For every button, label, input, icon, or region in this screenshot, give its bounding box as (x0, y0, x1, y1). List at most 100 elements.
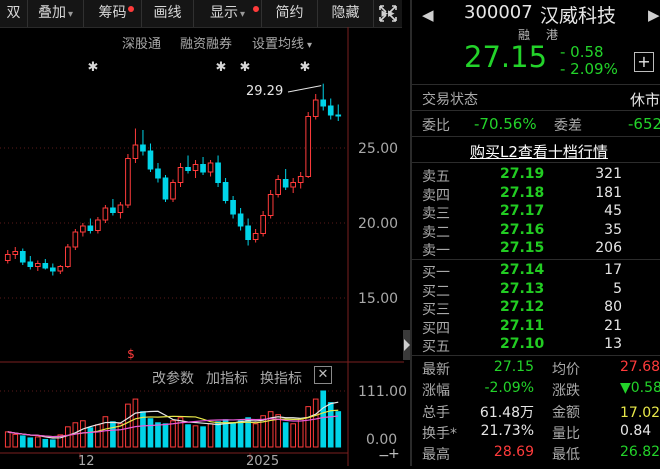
candle-body (290, 182, 297, 188)
event-star-icon: ✱ (216, 60, 227, 75)
weicha-value: -652 (628, 115, 660, 133)
quote-panel: ◀ 300007 汉威科技 ▶ 融 港 27.15 - 0.58 - 2.09%… (410, 0, 660, 466)
switch-indicator-button[interactable]: 换指标 (260, 368, 302, 388)
level-label: 买一 (422, 265, 450, 281)
candle-body (87, 225, 94, 231)
candle-body (132, 144, 139, 159)
stat-label: 最低 (552, 447, 580, 464)
volume-bar (110, 421, 116, 448)
kline-chart[interactable]: ✱ ✱ ✱ ✱ $ (0, 0, 404, 466)
volume-bar (102, 416, 109, 448)
next-stock-icon[interactable]: ▶ (648, 6, 660, 24)
stat-value: 26.82 (620, 444, 660, 461)
level-label: 卖四 (422, 187, 450, 204)
candle-body (49, 267, 56, 272)
dividend-marker-icon: $ (127, 347, 135, 361)
volume-bar (207, 423, 214, 448)
level-label: 卖五 (422, 169, 450, 185)
volume-bar (27, 437, 34, 448)
stat-label: 最高 (422, 447, 450, 464)
weibi-label: 委比 (422, 118, 450, 134)
candle-body (305, 116, 312, 177)
candle-body (245, 225, 251, 240)
candle-body (12, 251, 19, 255)
candle-body (57, 266, 64, 272)
level-volume: 45 (604, 203, 622, 220)
candle-body (267, 194, 274, 216)
volume-bar (297, 418, 304, 448)
level-price: 27.15 (500, 240, 545, 257)
stat-value: 28.69 (493, 444, 534, 461)
annotation-arrow (287, 85, 322, 93)
bid-row[interactable]: 买一 27.14 17 (412, 262, 660, 281)
ask-row[interactable]: 卖一 27.15 206 (412, 240, 660, 259)
zoom-in-icon[interactable]: + (388, 446, 400, 462)
stat-label: 量比 (552, 425, 580, 442)
volume-bar (65, 426, 71, 448)
stat-label: 金额 (552, 404, 580, 421)
candle-body (200, 164, 206, 173)
bid-row[interactable]: 买三 27.12 80 (412, 299, 660, 318)
volume-bar (162, 423, 169, 448)
candle-body (192, 164, 199, 171)
volume-bar (87, 427, 94, 448)
level-label: 卖一 (422, 243, 450, 260)
ask-row[interactable]: 卖四 27.18 181 (412, 185, 660, 204)
add-indicator-button[interactable]: 加指标 (206, 368, 248, 388)
close-icon[interactable]: ✕ (314, 366, 332, 384)
level-label: 买三 (422, 302, 450, 319)
ask-row[interactable]: 卖三 27.17 45 (412, 203, 660, 222)
candle-body (125, 158, 131, 206)
stats-row: 最新 27.15 均价 27.68 (412, 359, 660, 379)
ask-row[interactable]: 卖二 27.16 35 (412, 222, 660, 241)
stats-row: 涨幅 -2.09% 涨跌 ▼0.58 (412, 380, 660, 400)
volume-bar (125, 403, 131, 448)
level-volume: 21 (604, 317, 622, 334)
level-volume: 5 (613, 280, 622, 297)
volume-bar (34, 436, 41, 448)
level-label: 买四 (422, 320, 450, 337)
level-price: 27.18 (500, 184, 545, 201)
candle-body (312, 99, 319, 117)
bid-row[interactable]: 买二 27.13 5 (412, 281, 660, 300)
candle-body (230, 200, 236, 215)
volume-bar (252, 423, 259, 448)
volume-bar (12, 433, 19, 448)
candle-body (320, 99, 327, 107)
stat-value: 61.48万 (479, 404, 534, 421)
level-volume: 321 (595, 166, 622, 182)
volume-bar (147, 418, 154, 448)
change-params-button[interactable]: 改参数 (152, 368, 194, 388)
max-price-annotation: 29.29 (246, 84, 284, 99)
stock-code: 300007 (464, 2, 533, 23)
level-volume: 17 (604, 262, 622, 278)
stat-label: 换手* (422, 425, 457, 442)
price-axis-tick: 25.00 (358, 141, 399, 157)
prev-stock-icon[interactable]: ◀ (422, 6, 434, 24)
level-volume: 35 (604, 221, 622, 238)
volume-bar (170, 420, 176, 448)
candle-body (102, 207, 109, 221)
candle-body (19, 251, 26, 263)
volume-bar (335, 411, 342, 448)
candle-body (237, 213, 244, 227)
volume-bar (215, 421, 221, 448)
candle-body (4, 254, 11, 261)
stock-name: 汉威科技 (540, 5, 617, 27)
ask-row[interactable]: 卖五 27.19 321 (412, 166, 660, 185)
buy-l2-link[interactable]: 购买L2查看十档行情 (470, 141, 608, 162)
bid-row[interactable]: 买四 27.11 21 (412, 318, 660, 337)
add-watchlist-icon[interactable]: + (634, 52, 654, 72)
volume-bar (305, 406, 312, 448)
divider (412, 162, 660, 163)
bid-row[interactable]: 买五 27.10 13 (412, 336, 660, 355)
volume-bar (200, 426, 206, 448)
stat-label: 涨跌 (552, 383, 580, 400)
candle-body (297, 176, 304, 183)
volume-bar (80, 420, 86, 448)
divider (412, 355, 660, 356)
candle-body (95, 219, 101, 231)
candle-body (327, 105, 334, 116)
stats-row: 换手* 21.73% 量比 0.84 (412, 423, 660, 443)
last-price: 27.15 (464, 40, 548, 74)
